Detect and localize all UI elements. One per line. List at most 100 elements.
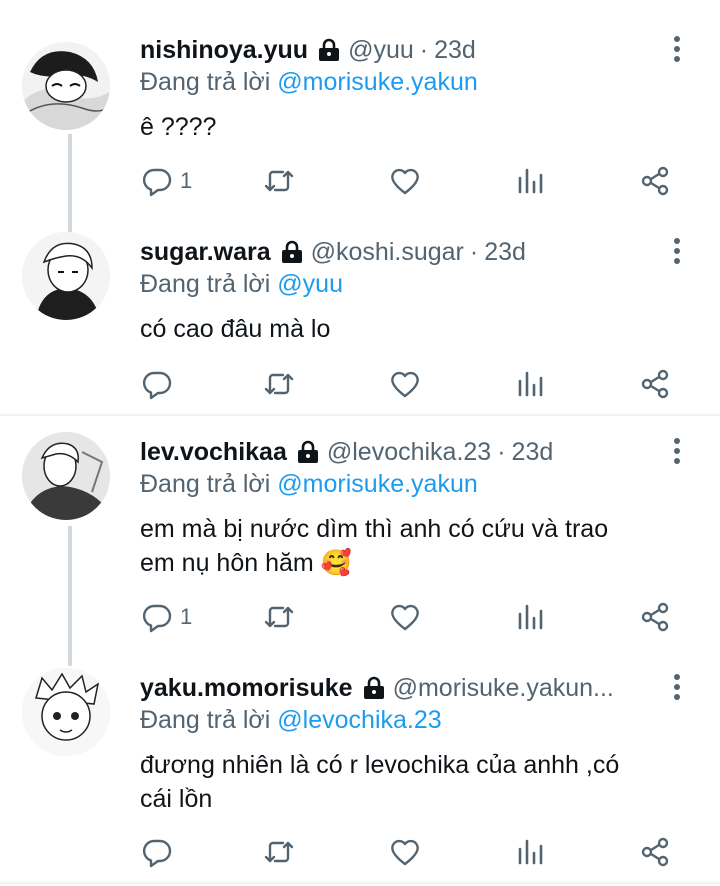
- yaku-avatar-image: [22, 668, 110, 756]
- share-button[interactable]: [638, 597, 672, 637]
- retweet-button[interactable]: [262, 161, 296, 201]
- reply-count: 1: [180, 168, 193, 193]
- analytics-icon: [518, 839, 543, 865]
- tweet-text: em mà bị nước dìm thì anh có cứu và trao…: [140, 512, 680, 580]
- tweet-text-line-2: em nụ hôn hăm 🥰: [140, 549, 352, 577]
- views-button[interactable]: [514, 364, 548, 404]
- thread-divider: [0, 414, 720, 416]
- display-name[interactable]: sugar.wara: [140, 238, 271, 267]
- analytics-icon: [518, 371, 543, 397]
- display-name[interactable]: lev.vochikaa: [140, 438, 287, 467]
- more-vertical-icon[interactable]: [666, 34, 688, 64]
- separator-dot: ·: [497, 437, 506, 466]
- mention-link[interactable]: @morisuke.yakun: [277, 68, 477, 96]
- share-button[interactable]: [638, 832, 672, 872]
- replying-prefix: Đang trả lời: [140, 68, 271, 96]
- avatar[interactable]: [22, 232, 110, 320]
- retweet-button[interactable]: [262, 832, 296, 872]
- reply-count: 1: [180, 604, 193, 629]
- replying-prefix: Đang trả lời: [140, 270, 271, 298]
- heart-icon: [391, 604, 419, 631]
- analytics-icon: [518, 168, 543, 194]
- action-bar: 1: [140, 161, 680, 201]
- timestamp[interactable]: 23d: [434, 36, 476, 65]
- tweet-sugawara[interactable]: sugar.wara @koshi.sugar · 23d Đang trả l…: [0, 232, 720, 412]
- timestamp[interactable]: 23d: [484, 238, 526, 267]
- share-icon: [641, 602, 669, 632]
- share-icon: [641, 837, 669, 867]
- reply-button[interactable]: 1: [140, 597, 192, 637]
- replying-prefix: Đang trả lời: [140, 706, 271, 734]
- views-button[interactable]: [514, 832, 548, 872]
- tweet-text: có cao đâu mà lo: [140, 315, 331, 343]
- reply-icon: [142, 839, 172, 868]
- share-button[interactable]: [638, 364, 672, 404]
- separator-dot: ·: [419, 35, 429, 64]
- like-button[interactable]: [388, 161, 422, 201]
- retweet-icon: [264, 373, 294, 395]
- replying-to: Đang trả lời @levochika.23: [140, 706, 442, 735]
- retweet-button[interactable]: [262, 597, 296, 637]
- lock-icon: [297, 440, 319, 464]
- share-icon: [641, 369, 669, 399]
- separator-dot: ·: [469, 237, 479, 266]
- lock-icon: [363, 676, 385, 700]
- reply-button[interactable]: 1: [140, 161, 192, 201]
- retweet-icon: [264, 841, 294, 863]
- tweet-text-line-1: đương nhiên là có r levochika của anhh ,…: [140, 751, 620, 779]
- retweet-button[interactable]: [262, 364, 296, 404]
- reply-button[interactable]: [140, 364, 180, 404]
- avatar[interactable]: [22, 432, 110, 520]
- heart-icon: [391, 839, 419, 866]
- mention-link[interactable]: @levochika.23: [277, 706, 441, 734]
- replying-to: Đang trả lời @morisuke.yakun: [140, 470, 478, 499]
- timestamp[interactable]: 23d: [512, 438, 554, 467]
- share-button[interactable]: [638, 161, 672, 201]
- user-handle[interactable]: @levochika.23: [327, 438, 491, 467]
- tweet-yaku[interactable]: yaku.momorisuke @morisuke.yakun... Đang …: [0, 668, 720, 878]
- more-vertical-icon[interactable]: [666, 436, 688, 466]
- avatar[interactable]: [22, 668, 110, 756]
- heart-icon: [391, 168, 419, 195]
- mention-link[interactable]: @morisuke.yakun: [277, 470, 477, 498]
- more-vertical-icon[interactable]: [666, 236, 688, 266]
- display-name[interactable]: nishinoya.yuu: [140, 36, 308, 65]
- thread-line: [68, 526, 72, 666]
- tweet-nishinoya[interactable]: nishinoya.yuu @yuu · 23d Đang trả lời @m…: [0, 28, 720, 232]
- like-button[interactable]: [388, 832, 422, 872]
- user-handle[interactable]: @yuu: [348, 36, 414, 65]
- analytics-icon: [518, 604, 543, 630]
- action-bar: 1: [140, 597, 680, 637]
- reply-icon: [142, 604, 172, 633]
- action-bar: [140, 832, 680, 872]
- avatar[interactable]: [22, 42, 110, 130]
- lock-icon: [281, 240, 303, 264]
- like-button[interactable]: [388, 597, 422, 637]
- lev-avatar-image: [22, 432, 110, 520]
- reply-icon: [142, 168, 172, 197]
- reply-button[interactable]: [140, 832, 180, 872]
- replying-to: Đang trả lời @yuu: [140, 270, 343, 299]
- retweet-icon: [264, 170, 294, 192]
- thread-line: [68, 134, 72, 232]
- like-button[interactable]: [388, 364, 422, 404]
- reply-icon: [142, 371, 172, 400]
- replying-to: Đang trả lời @morisuke.yakun: [140, 68, 478, 97]
- tweet-text: ê ????: [140, 113, 217, 141]
- views-button[interactable]: [514, 597, 548, 637]
- action-bar: [140, 364, 680, 404]
- display-name[interactable]: yaku.momorisuke: [140, 674, 353, 703]
- heart-icon: [391, 371, 419, 398]
- sugawara-avatar-image: [22, 232, 110, 320]
- mention-link[interactable]: @yuu: [277, 270, 343, 298]
- tweet-lev[interactable]: lev.vochikaa @levochika.23 · 23d Đang tr…: [0, 432, 720, 666]
- more-vertical-icon[interactable]: [666, 672, 688, 702]
- share-icon: [641, 166, 669, 196]
- user-handle[interactable]: @morisuke.yakun...: [393, 674, 614, 703]
- tweet-text-line-1: em mà bị nước dìm thì anh có cứu và trao: [140, 515, 609, 543]
- replying-prefix: Đang trả lời: [140, 470, 271, 498]
- user-handle[interactable]: @koshi.sugar: [311, 238, 464, 267]
- views-button[interactable]: [514, 161, 548, 201]
- retweet-icon: [264, 606, 294, 628]
- tweet-text: đương nhiên là có r levochika của anhh ,…: [140, 748, 680, 816]
